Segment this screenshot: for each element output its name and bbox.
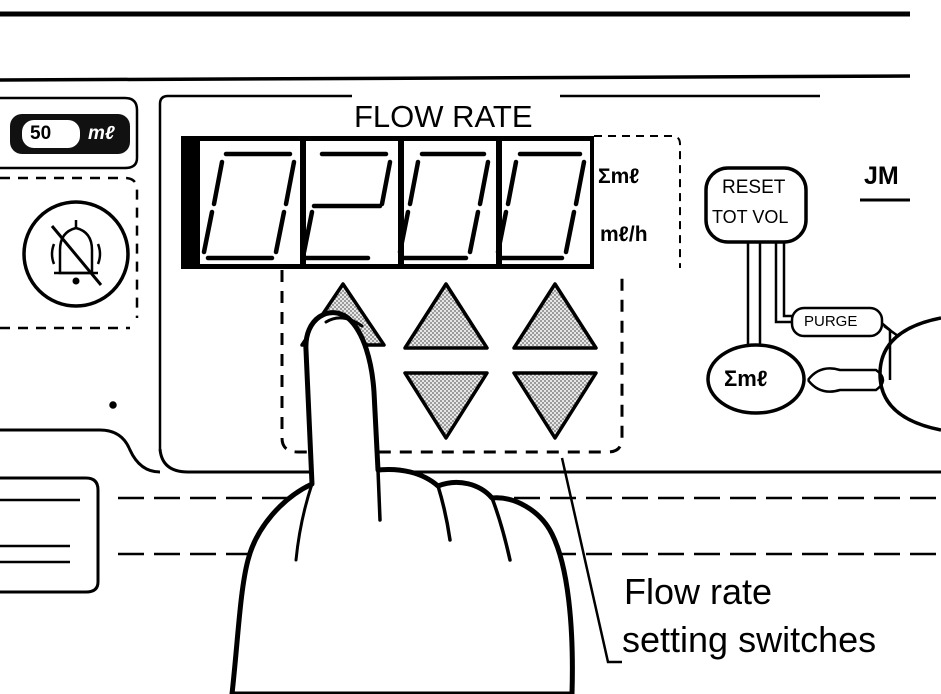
callout-line1: Flow rate	[624, 571, 773, 612]
syringe-size-value: 50	[30, 123, 52, 144]
alarm-silence-button[interactable]	[22, 200, 130, 308]
decrement-arrow-icon	[512, 371, 598, 440]
reset-label-line1: RESET	[722, 177, 786, 198]
device-top-edge	[0, 11, 911, 82]
unit-rate-label: mℓ/h	[600, 223, 648, 246]
reset-label-line2: TOT VOL	[712, 207, 789, 227]
increment-button-digit3[interactable]	[403, 282, 489, 350]
decrement-arrow-icon	[403, 371, 489, 440]
increment-arrow-icon	[512, 282, 598, 350]
pressing-finger-hand	[229, 310, 575, 694]
brand-fragment: JM	[864, 162, 899, 190]
syringe-size-unit: mℓ	[88, 123, 115, 144]
device-panel-diagram: 50 mℓ FLOW RATE Σmℓ mℓ/h RESET TOT VOL J…	[0, 0, 941, 694]
increment-button-digit4[interactable]	[512, 282, 598, 350]
purge-label: PURGE	[804, 313, 858, 330]
decrement-button-digit4[interactable]	[512, 371, 598, 440]
increment-arrow-icon	[403, 282, 489, 350]
callout-line2: setting switches	[622, 619, 877, 660]
decrement-button-digit3[interactable]	[403, 371, 489, 440]
total-volume-label: Σmℓ	[724, 366, 768, 391]
panel-title: FLOW RATE	[354, 99, 533, 134]
unit-total-label: Σmℓ	[598, 165, 640, 188]
